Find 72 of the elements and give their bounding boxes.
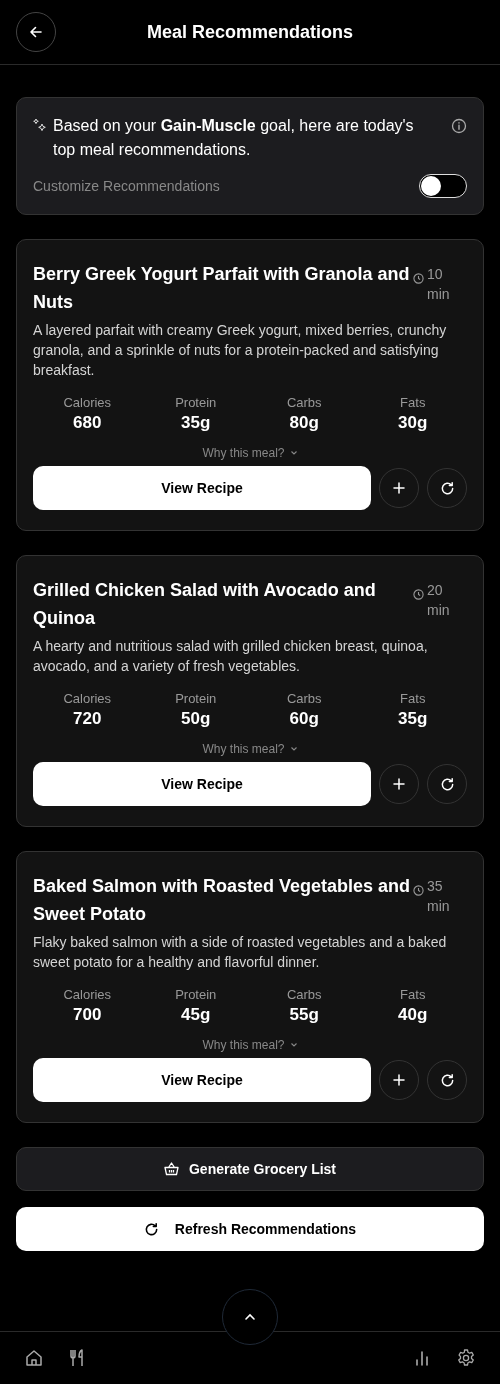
macro-value: 680: [73, 412, 102, 434]
meal-title: Baked Salmon with Roasted Vegetables and Sweet Potato: [33, 875, 412, 926]
intro-text: Based on your Gain-Muscle goal, here are today's top meal recommendations.: [53, 116, 415, 160]
macro-value: 35g: [181, 412, 211, 434]
prep-time: 10 min: [427, 265, 450, 304]
macro-label: Protein: [175, 394, 217, 412]
refresh-icon: [439, 776, 455, 792]
back-button[interactable]: [16, 12, 56, 52]
why-this-meal-link[interactable]: Why this meal?: [198, 740, 302, 758]
meal-title: Grilled Chicken Salad with Avocado and Quinoa: [33, 579, 377, 630]
home-icon[interactable]: [24, 1348, 44, 1368]
macro-value: 45g: [181, 1004, 211, 1026]
prep-time: 20 min: [427, 581, 450, 620]
chevron-down-icon: [289, 746, 298, 752]
view-recipe-button[interactable]: View Recipe: [33, 1058, 371, 1102]
view-recipe-button[interactable]: View Recipe: [33, 466, 371, 510]
basket-icon: [163, 1162, 179, 1176]
macro-label: Carbs: [286, 986, 322, 1004]
clock-icon: [413, 885, 424, 896]
refresh-recommendations-button[interactable]: Refresh Recommendations: [16, 1207, 484, 1251]
plus-icon: [392, 1073, 406, 1087]
refresh-icon: [439, 1072, 455, 1088]
macro-label: Fats: [400, 394, 426, 412]
macro-label: Fats: [400, 986, 426, 1004]
refresh-icon: [143, 1221, 159, 1237]
sparkle-icon: [33, 118, 47, 132]
back-arrow-icon: [29, 25, 43, 39]
plus-icon: [392, 481, 406, 495]
add-button[interactable]: [379, 468, 419, 508]
macro-label: Calories: [63, 986, 112, 1004]
macro-label: Carbs: [286, 394, 322, 412]
refresh-icon: [439, 480, 455, 496]
settings-icon[interactable]: [456, 1348, 476, 1368]
macro-label: Carbs: [286, 690, 322, 708]
macro-label: Fats: [400, 690, 426, 708]
macro-value: 30g: [398, 412, 428, 434]
prep-time: 35 min: [427, 877, 450, 916]
swap-button[interactable]: [427, 764, 467, 804]
macro-value: 80g: [289, 412, 319, 434]
macro-value: 700: [73, 1004, 102, 1026]
meal-description: A layered parfait with creamy Greek yogurt, mixed berries, crunchy granola, and a sprinkle of nuts for a protein-packed and satisfying breakfast.: [33, 321, 448, 380]
macro-value: 60g: [289, 708, 319, 730]
macro-label: Calories: [63, 394, 112, 412]
macro-value: 50g: [181, 708, 211, 730]
swap-button[interactable]: [427, 1060, 467, 1100]
macro-value: 55g: [289, 1004, 319, 1026]
chevron-down-icon: [289, 450, 298, 456]
view-recipe-button[interactable]: View Recipe: [33, 762, 371, 806]
why-this-meal-link[interactable]: Why this meal?: [198, 444, 302, 462]
customize-label: Customize Recommendations: [33, 178, 220, 194]
macro-label: Protein: [175, 986, 217, 1004]
meal-description: A hearty and nutritious salad with grilled chicken breast, quinoa, avocado, and a variety of fresh vegetables.: [33, 637, 429, 676]
add-button[interactable]: [379, 1060, 419, 1100]
swap-button[interactable]: [427, 468, 467, 508]
info-icon[interactable]: [451, 118, 467, 134]
page-title: Meal Recommendations: [146, 21, 354, 43]
chevron-down-icon: [289, 1042, 298, 1048]
clock-icon: [413, 589, 424, 600]
macro-value: 720: [73, 708, 102, 730]
macro-value: 35g: [398, 708, 428, 730]
macro-value: 40g: [398, 1004, 428, 1026]
macro-label: Protein: [175, 690, 217, 708]
add-button[interactable]: [379, 764, 419, 804]
meal-title: Berry Greek Yogurt Parfait with Granola and Nuts: [33, 263, 411, 314]
clock-icon: [413, 273, 424, 284]
macro-label: Calories: [63, 690, 112, 708]
why-this-meal-link[interactable]: Why this meal?: [198, 1036, 302, 1054]
customize-toggle[interactable]: [419, 174, 467, 198]
grocery-list-button[interactable]: Generate Grocery List: [16, 1147, 484, 1191]
meal-description: Flaky baked salmon with a side of roasted vegetables and a baked sweet potato for a healthy and flavorful dinner.: [33, 933, 448, 972]
plus-icon: [392, 777, 406, 791]
chevron-up-icon: [244, 1313, 256, 1321]
